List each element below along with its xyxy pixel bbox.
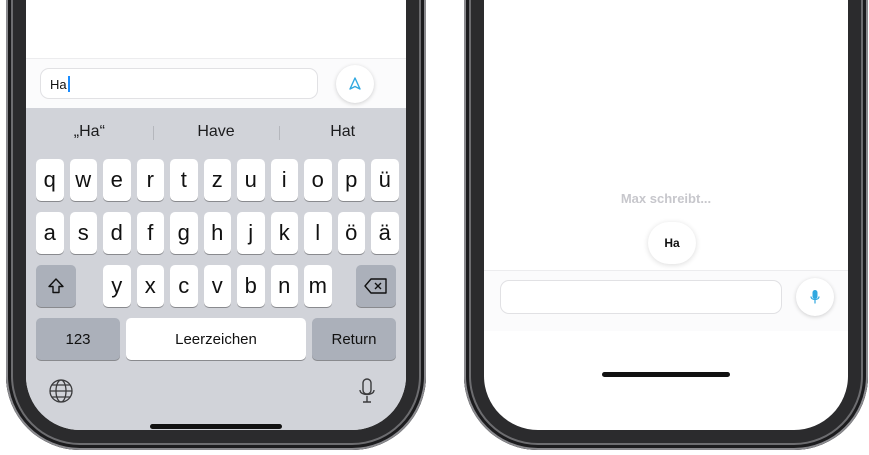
right-phone-frame: Max schreibt... Ha [464,0,868,450]
key-x[interactable]: x [136,265,164,307]
keyboard: „Ha“ Have Hat qwertzuiopü asdfghjklöä yxcv… [26,108,406,430]
key-a[interactable]: a [36,212,64,254]
key-h[interactable]: h [203,212,231,254]
key-e[interactable]: e [103,159,131,201]
key-n[interactable]: n [270,265,298,307]
microphone-icon [810,290,820,304]
shift-key[interactable] [36,265,76,307]
key-u[interactable]: u [237,159,265,201]
send-arrow-icon [349,77,361,90]
key-t[interactable]: t [170,159,198,201]
key-j[interactable]: j [237,212,265,254]
left-phone-screen: Ha „Ha“ Have Hat qwertzuiopü asdfghjklöä y… [26,0,406,430]
message-input-value: Ha [50,77,67,92]
key-p[interactable]: p [337,159,365,201]
suggestion-1[interactable]: „Ha“ [26,123,153,141]
backspace-icon [364,278,387,294]
key-d[interactable]: d [103,212,131,254]
key-g[interactable]: g [170,212,198,254]
microphone-button[interactable] [796,278,834,316]
right-message-input[interactable] [500,280,782,314]
key-ü[interactable]: ü [371,159,399,201]
microphone-icon [359,378,375,403]
key-m[interactable]: m [304,265,332,307]
key-q[interactable]: q [36,159,64,201]
dictation-key[interactable] [352,376,382,406]
key-z[interactable]: z [203,159,231,201]
key-y[interactable]: y [103,265,131,307]
return-key[interactable]: Return [312,318,396,360]
key-o[interactable]: o [304,159,332,201]
key-v[interactable]: v [203,265,231,307]
text-caret [67,76,70,92]
suggestion-bar: „Ha“ Have Hat [26,108,406,156]
key-ö[interactable]: ö [337,212,365,254]
right-input-bar [484,270,848,331]
message-input-bar: Ha [26,58,406,109]
key-l[interactable]: l [304,212,332,254]
right-phone-screen: Max schreibt... Ha [484,0,848,430]
suggestion-2[interactable]: Have [152,123,280,141]
message-input[interactable]: Ha [40,68,318,99]
key-c[interactable]: c [170,265,198,307]
globe-icon [49,379,73,403]
suggestion-3[interactable]: Hat [279,123,406,141]
key-k[interactable]: k [270,212,298,254]
incoming-message-bubble: Ha [648,222,696,264]
home-indicator[interactable] [150,424,282,429]
numbers-key[interactable]: 123 [36,318,120,360]
key-f[interactable]: f [136,212,164,254]
shift-arrow-icon [48,278,64,294]
key-r[interactable]: r [136,159,164,201]
key-i[interactable]: i [270,159,298,201]
right-home-indicator[interactable] [602,372,730,377]
typing-indicator: Max schreibt... [620,191,712,206]
space-key[interactable]: Leerzeichen [126,318,306,360]
key-b[interactable]: b [237,265,265,307]
globe-key[interactable] [46,376,76,406]
send-button[interactable] [336,65,374,103]
left-phone-frame: Ha „Ha“ Have Hat qwertzuiopü asdfghjklöä y… [6,0,426,450]
key-w[interactable]: w [69,159,97,201]
key-s[interactable]: s [69,212,97,254]
key-ä[interactable]: ä [371,212,399,254]
backspace-key[interactable] [356,265,396,307]
